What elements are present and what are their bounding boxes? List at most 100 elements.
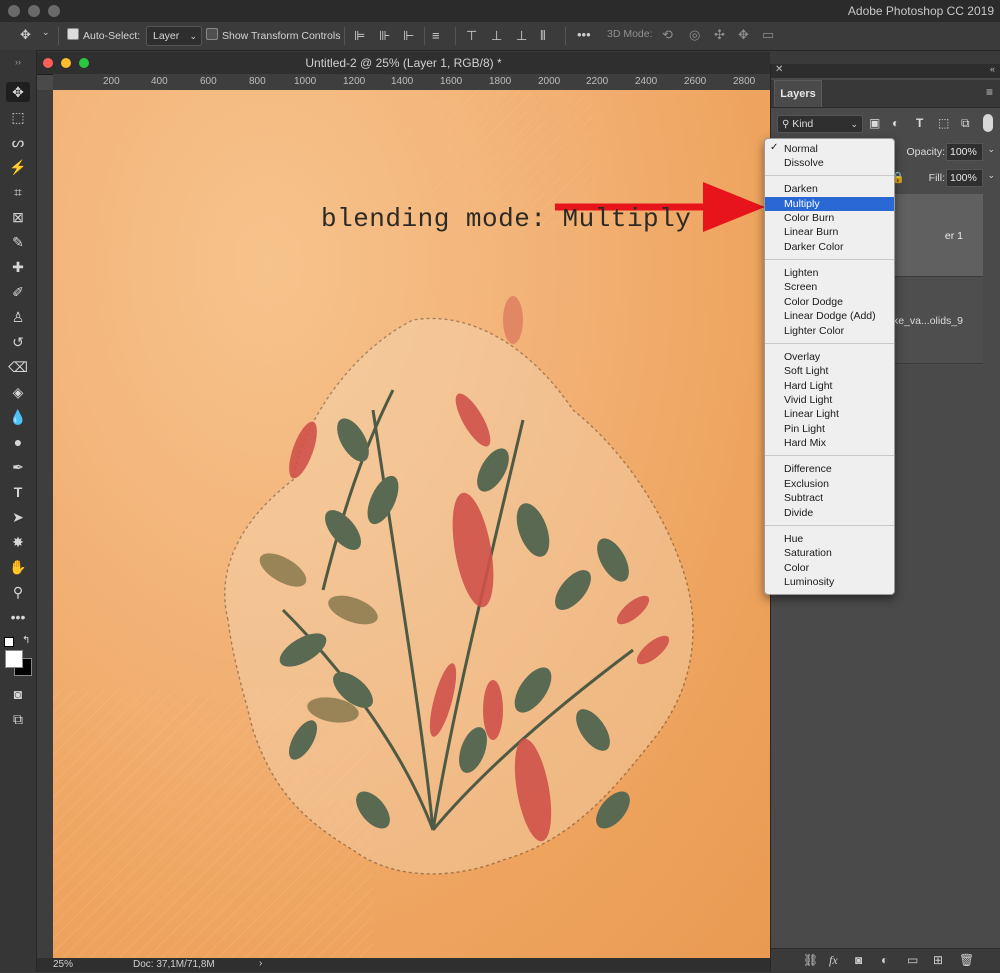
menu-item-difference[interactable]: Difference — [765, 462, 894, 476]
kind-filter-dropdown[interactable]: ⚲ Kind ⌄ — [777, 115, 863, 133]
clone-stamp-tool-icon[interactable]: ♙ — [6, 307, 30, 327]
auto-select-checkbox[interactable]: Auto-Select: — [67, 28, 140, 42]
3d-drag-icon[interactable]: ✣ — [714, 27, 725, 43]
delete-layer-icon[interactable]: 🗑 — [959, 953, 974, 967]
adjustment-layer-icon[interactable]: ◐ — [881, 953, 888, 967]
close-window-button[interactable] — [8, 5, 20, 17]
menu-item-color-dodge[interactable]: Color Dodge — [765, 295, 894, 309]
crop-tool-icon[interactable]: ⌗ — [6, 182, 30, 202]
quick-mask-icon[interactable]: ◙ — [6, 684, 30, 704]
new-layer-icon[interactable]: ⊞ — [933, 953, 943, 967]
menu-item-hue[interactable]: Hue — [765, 532, 894, 546]
filter-pixel-icon[interactable]: ▣ — [869, 116, 880, 130]
menu-item-darker-color[interactable]: Darker Color — [765, 240, 894, 254]
fill-input[interactable]: 100% — [946, 169, 983, 187]
show-transform-controls-checkbox[interactable]: Show Transform Controls — [206, 28, 340, 42]
3d-orbit-icon[interactable]: ⟲ — [662, 27, 673, 43]
menu-item-saturation[interactable]: Saturation — [765, 546, 894, 560]
status-menu-chevron-icon[interactable]: › — [259, 958, 262, 969]
screen-mode-icon[interactable]: ⧉ — [6, 709, 30, 729]
horizontal-ruler[interactable]: 200 400 600 800 1000 1200 1400 1600 1800… — [53, 74, 770, 91]
new-group-icon[interactable]: ▭ — [907, 953, 918, 967]
move-tool-icon[interactable]: ✥ — [20, 27, 31, 43]
menu-item-pin-light[interactable]: Pin Light — [765, 422, 894, 436]
menu-item-divide[interactable]: Divide — [765, 506, 894, 520]
menu-item-color-burn[interactable]: Color Burn — [765, 211, 894, 225]
custom-shape-tool-icon[interactable]: ✸ — [6, 532, 30, 552]
link-layers-icon[interactable]: ⛓ — [803, 953, 818, 967]
path-selection-tool-icon[interactable]: ➤ — [6, 507, 30, 527]
layer-style-icon[interactable]: fx — [829, 953, 838, 968]
auto-select-dropdown[interactable]: Layer ⌄ — [146, 26, 202, 46]
history-brush-tool-icon[interactable]: ↺ — [6, 332, 30, 352]
menu-item-multiply[interactable]: Multiply — [765, 197, 894, 211]
menu-item-screen[interactable]: Screen — [765, 280, 894, 294]
align-horizontal-centers-icon[interactable]: ⊪ — [379, 28, 390, 44]
menu-item-overlay[interactable]: Overlay — [765, 350, 894, 364]
zoom-level[interactable]: 25% — [53, 959, 73, 970]
dodge-tool-icon[interactable]: ● — [6, 432, 30, 452]
paint-bucket-tool-icon[interactable]: ◈ — [6, 382, 30, 402]
menu-item-normal[interactable]: Normal — [765, 142, 894, 156]
tab-layers[interactable]: Layers — [774, 80, 822, 107]
hand-tool-icon[interactable]: ✋ — [6, 557, 30, 577]
3d-roll-icon[interactable]: ◎ — [689, 27, 700, 43]
blend-mode-menu[interactable]: ✓ Normal Dissolve Darken Multiply Color … — [764, 138, 895, 595]
menu-item-hard-mix[interactable]: Hard Mix — [765, 436, 894, 450]
eyedropper-tool-icon[interactable]: ✎ — [6, 232, 30, 252]
panel-menu-icon[interactable]: ≡ — [986, 85, 993, 99]
menu-item-subtract[interactable]: Subtract — [765, 491, 894, 505]
align-right-edges-icon[interactable]: ⊩ — [403, 28, 414, 44]
menu-item-linear-dodge[interactable]: Linear Dodge (Add) — [765, 309, 894, 323]
more-options-icon[interactable]: ••• — [577, 27, 591, 42]
swap-colors-icon[interactable]: ↰ — [22, 635, 30, 646]
menu-item-soft-light[interactable]: Soft Light — [765, 364, 894, 378]
eraser-tool-icon[interactable]: ⌫ — [6, 357, 30, 377]
healing-brush-tool-icon[interactable]: ✚ — [6, 257, 30, 277]
opacity-chevron-icon[interactable]: ⌄ — [987, 144, 995, 155]
menu-item-hard-light[interactable]: Hard Light — [765, 379, 894, 393]
minimize-window-button[interactable] — [28, 5, 40, 17]
align-vertical-centers-icon[interactable]: ⊥ — [491, 28, 502, 44]
filter-type-icon[interactable]: T — [916, 116, 923, 130]
brush-tool-icon[interactable]: ✐ — [6, 282, 30, 302]
menu-item-lighten[interactable]: Lighten — [765, 266, 894, 280]
collapse-toolbar-icon[interactable]: ›› — [6, 52, 30, 72]
zoom-window-button[interactable] — [48, 5, 60, 17]
menu-item-color[interactable]: Color — [765, 561, 894, 575]
opacity-input[interactable]: 100% — [946, 143, 983, 161]
menu-item-lighter-color[interactable]: Lighter Color — [765, 324, 894, 338]
default-colors-icon[interactable] — [4, 637, 14, 647]
marquee-tool-icon[interactable]: ⬚ — [6, 107, 30, 127]
align-top-edges-icon[interactable]: ⊤ — [466, 28, 477, 44]
pen-tool-icon[interactable]: ✒ — [6, 457, 30, 477]
filter-shape-icon[interactable]: ⬚ — [938, 116, 949, 130]
3d-slide-icon[interactable]: ✥ — [738, 27, 749, 43]
filter-adjustment-icon[interactable]: ◐ — [892, 116, 899, 130]
type-tool-icon[interactable]: T — [6, 482, 30, 502]
foreground-color-swatch[interactable] — [5, 650, 23, 668]
menu-item-dissolve[interactable]: Dissolve — [765, 156, 894, 170]
fill-chevron-icon[interactable]: ⌄ — [987, 170, 995, 181]
magic-wand-tool-icon[interactable]: ⚡ — [6, 157, 30, 177]
canvas[interactable]: blending mode: Multiply — [53, 90, 770, 958]
move-tool-icon[interactable]: ✥ — [6, 82, 30, 102]
close-panel-icon[interactable]: ✕ — [775, 64, 783, 75]
collapse-panel-icon[interactable]: « — [990, 64, 995, 74]
add-mask-icon[interactable]: ◙ — [855, 953, 862, 967]
menu-item-darken[interactable]: Darken — [765, 182, 894, 196]
menu-item-vivid-light[interactable]: Vivid Light — [765, 393, 894, 407]
menu-item-linear-light[interactable]: Linear Light — [765, 407, 894, 421]
edit-toolbar-icon[interactable]: ••• — [6, 607, 30, 627]
align-left-edges-icon[interactable]: ⊫ — [354, 28, 365, 44]
distribute-horizontal-icon[interactable]: ⦀ — [540, 28, 546, 44]
vertical-ruler[interactable] — [37, 90, 54, 958]
blur-tool-icon[interactable]: 💧 — [6, 407, 30, 427]
align-bottom-edges-icon[interactable]: ⊥ — [516, 28, 527, 44]
distribute-vertical-icon[interactable]: ≡ — [432, 28, 440, 43]
frame-tool-icon[interactable]: ⊠ — [6, 207, 30, 227]
3d-scale-camera-icon[interactable]: ▭ — [762, 27, 774, 43]
menu-item-exclusion[interactable]: Exclusion — [765, 477, 894, 491]
lasso-tool-icon[interactable]: ᔕ — [6, 132, 30, 152]
menu-item-luminosity[interactable]: Luminosity — [765, 575, 894, 589]
